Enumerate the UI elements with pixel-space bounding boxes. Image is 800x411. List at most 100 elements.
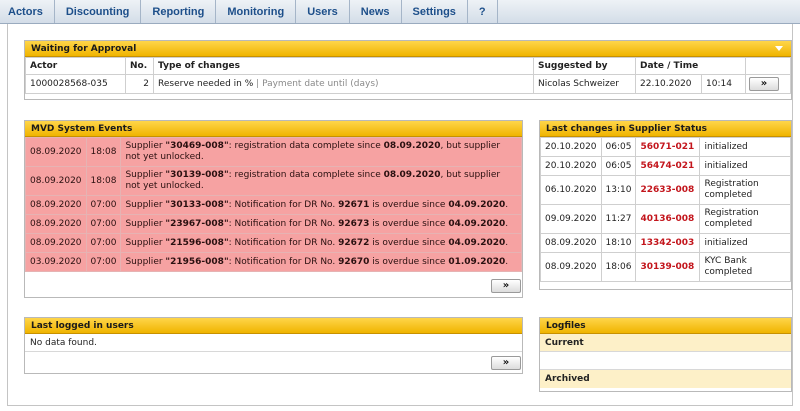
- event-time: 18:08: [85, 137, 122, 167]
- status-panel: Last changes in Supplier Status 20.10.20…: [539, 120, 792, 290]
- event-text: .: [505, 256, 509, 267]
- event-dr-number: 92670: [338, 256, 370, 267]
- events-more-button[interactable]: »: [491, 279, 521, 293]
- event-time: 18:08: [85, 166, 122, 196]
- status-date: 08.09.2020: [540, 233, 602, 253]
- logged-panel: Last logged in users No data found. »: [24, 317, 523, 374]
- logfiles-panel: Logfiles Current Archived: [539, 317, 792, 392]
- logfiles-current-label: Current: [540, 334, 791, 352]
- nav-reporting[interactable]: Reporting: [141, 0, 217, 23]
- table-row: 08.09.2020 18:10 13342-003 initialized: [540, 233, 791, 253]
- collapse-arrow-icon[interactable]: [775, 46, 783, 51]
- nav-users[interactable]: Users: [296, 0, 350, 23]
- status-time: 13:10: [600, 175, 637, 205]
- event-date-ref: 04.09.2020: [448, 237, 506, 248]
- event-supplier-id: "21956-008": [165, 256, 229, 267]
- event-text: Supplier: [125, 170, 166, 180]
- col-action: [745, 57, 791, 75]
- status-date: 06.10.2020: [540, 175, 602, 205]
- status-value: initialized: [699, 156, 791, 176]
- event-text: : registration data complete since: [228, 141, 384, 151]
- main-navigation: Actors Discounting Reporting Monitoring …: [0, 0, 800, 24]
- nav-settings[interactable]: Settings: [402, 0, 468, 23]
- status-table: 20.10.2020 06:05 56071-021 initialized 2…: [540, 137, 791, 282]
- table-row: 08.09.2020 07:00 Supplier "30133-008": N…: [25, 195, 522, 215]
- col-type: Type of changes: [153, 57, 534, 75]
- logged-title: Last logged in users: [31, 320, 134, 331]
- nav-monitoring[interactable]: Monitoring: [216, 0, 297, 23]
- nav-discounting[interactable]: Discounting: [55, 0, 142, 23]
- status-date: 20.10.2020: [540, 156, 602, 176]
- logged-more-button[interactable]: »: [491, 356, 521, 370]
- logfiles-archived-label: Archived: [540, 370, 791, 388]
- event-time: 07:00: [85, 214, 122, 234]
- approval-action-cell: »: [745, 74, 791, 94]
- approval-table: Actor No. Type of changes Suggested by D…: [25, 57, 791, 94]
- table-row: 06.10.2020 13:10 22633-008 Registration …: [540, 175, 791, 205]
- table-row: 20.10.2020 06:05 56474-021 initialized: [540, 156, 791, 176]
- status-date: 08.09.2020: [540, 252, 602, 282]
- status-header: Last changes in Supplier Status: [540, 121, 791, 137]
- col-date-time: Date / Time: [635, 57, 746, 75]
- col-actor: Actor: [25, 57, 126, 75]
- table-row: 08.09.2020 18:08 Supplier "30139-008": r…: [25, 166, 522, 196]
- status-time: 18:10: [600, 233, 637, 253]
- status-supplier-link[interactable]: 40136-008: [635, 204, 701, 234]
- event-date-ref: 04.09.2020: [448, 199, 506, 210]
- approval-no: 2: [125, 74, 154, 94]
- table-row: 1000028568-035 2 Reserve needed in % | P…: [25, 74, 791, 94]
- event-text: Supplier: [125, 237, 166, 248]
- approval-more-button[interactable]: »: [749, 77, 779, 91]
- event-date: 08.09.2020: [25, 137, 87, 167]
- event-text: .: [505, 237, 509, 248]
- nav-news[interactable]: News: [350, 0, 402, 23]
- event-text: : Notification for DR No.: [228, 256, 339, 267]
- event-date-ref: 01.09.2020: [448, 256, 506, 267]
- approval-type-separator: |: [256, 79, 260, 89]
- event-supplier-id: "21596-008": [165, 237, 229, 248]
- event-dr-number: 92672: [338, 237, 370, 248]
- status-time: 11:27: [600, 204, 637, 234]
- status-supplier-link[interactable]: 30139-008: [635, 252, 701, 282]
- approval-header: Waiting for Approval: [25, 41, 791, 57]
- event-date: 03.09.2020: [25, 252, 87, 272]
- events-title: MVD System Events: [31, 123, 133, 134]
- event-text: : Notification for DR No.: [228, 237, 339, 248]
- event-message: Supplier "21956-008": Notification for D…: [120, 252, 522, 272]
- status-time: 06:05: [600, 156, 637, 176]
- event-text: Supplier: [125, 218, 166, 229]
- event-time: 07:00: [85, 195, 122, 215]
- table-row: 08.09.2020 18:08 Supplier "30469-008": r…: [25, 137, 522, 167]
- table-row: 03.09.2020 07:00 Supplier "21956-008": N…: [25, 252, 522, 272]
- status-supplier-link[interactable]: 22633-008: [635, 175, 701, 205]
- event-message: Supplier "30133-008": Notification for D…: [120, 195, 522, 215]
- event-text: .: [505, 199, 509, 210]
- status-supplier-link[interactable]: 56071-021: [635, 137, 701, 157]
- event-supplier-id: "23967-008": [165, 218, 229, 229]
- logfiles-header: Logfiles: [540, 318, 791, 334]
- event-text: .: [505, 218, 509, 229]
- status-supplier-link[interactable]: 56474-021: [635, 156, 701, 176]
- events-panel: MVD System Events 08.09.2020 18:08 Suppl…: [24, 120, 523, 298]
- event-supplier-id: "30469-008": [165, 141, 229, 151]
- approval-title: Waiting for Approval: [31, 43, 137, 54]
- event-date: 08.09.2020: [25, 195, 87, 215]
- approval-date: 22.10.2020: [635, 74, 702, 94]
- event-text: is overdue since: [369, 199, 449, 210]
- event-date-ref: 08.09.2020: [383, 141, 441, 151]
- event-time: 07:00: [85, 233, 122, 253]
- event-dr-number: 92671: [338, 199, 370, 210]
- logfiles-title: Logfiles: [546, 320, 586, 331]
- approval-type-main: Reserve needed in %: [158, 79, 254, 89]
- nav-actors[interactable]: Actors: [0, 0, 55, 23]
- approval-suggested-by: Nicolas Schweizer: [533, 74, 636, 94]
- event-text: : Notification for DR No.: [228, 218, 339, 229]
- event-text: is overdue since: [369, 256, 449, 267]
- event-dr-number: 92673: [338, 218, 370, 229]
- event-supplier-id: "30139-008": [165, 170, 229, 180]
- col-no: No.: [125, 57, 154, 75]
- status-supplier-link[interactable]: 13342-003: [635, 233, 701, 253]
- nav-help[interactable]: ?: [468, 0, 498, 23]
- event-text: Supplier: [125, 141, 166, 151]
- event-text: : Notification for DR No.: [228, 199, 339, 210]
